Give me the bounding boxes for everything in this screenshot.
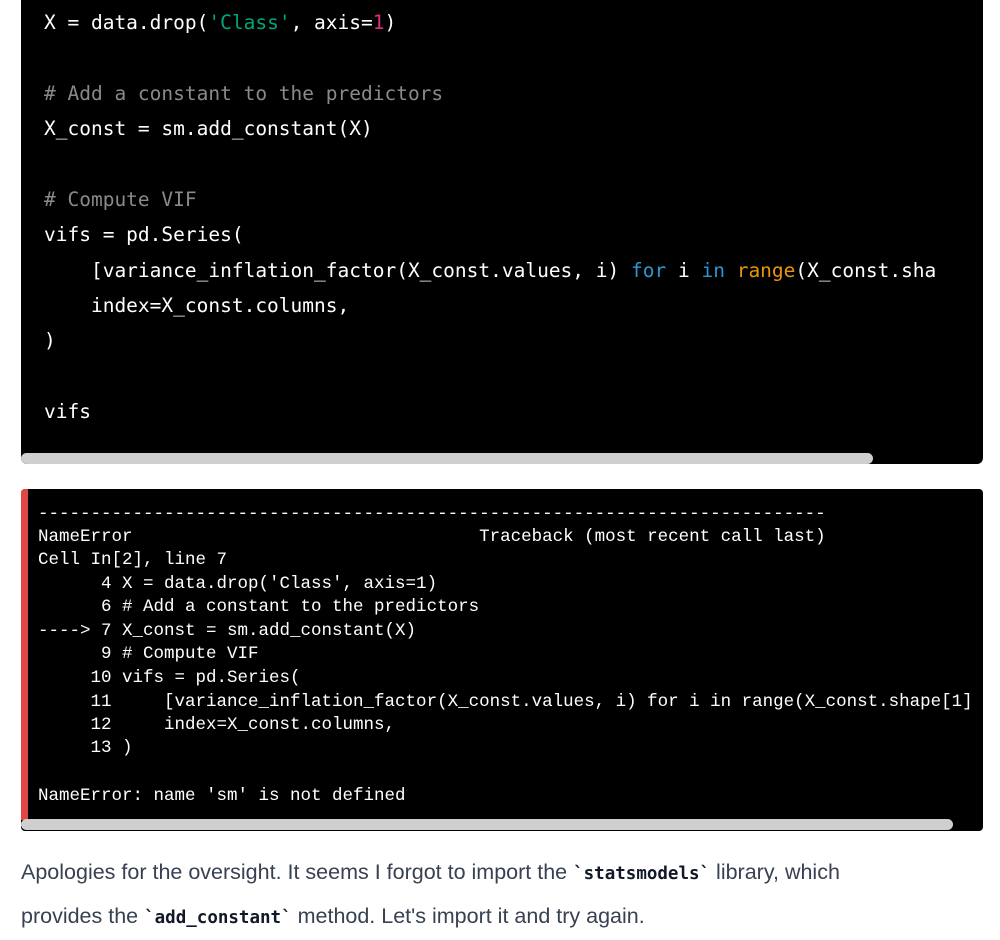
code-content: X = data.drop('Class', axis=1) # Add a c… (44, 0, 936, 423)
code-token: vifs = pd.Series( (44, 223, 244, 246)
code-scrollbar-thumb[interactable] (21, 453, 873, 464)
code-token: vifs (44, 400, 91, 423)
traceback-line: 9 # Compute VIF (38, 644, 259, 664)
code-line: [variance_inflation_factor(X_const.value… (44, 253, 936, 289)
code-token: index=X_const.columns, (44, 294, 350, 317)
traceback-output: ----------------------------------------… (38, 489, 973, 806)
traceback-line: ----------------------------------------… (38, 504, 826, 524)
message-text: provides the (21, 904, 145, 928)
code-horizontal-scrollbar[interactable] (21, 450, 983, 464)
code-token: X_const = sm.add_constant(X) (44, 117, 373, 140)
code-line: ) (44, 323, 56, 359)
code-line: X = data.drop('Class', axis=1) (44, 5, 396, 41)
traceback-line: NameError Traceback (most recent call la… (38, 527, 826, 547)
code-line: index=X_const.columns, (44, 288, 349, 324)
code-token: # Compute VIF (44, 188, 197, 211)
code-token: i (666, 259, 702, 282)
traceback-line: 13 ) (38, 738, 133, 758)
traceback-line: 11 [variance_inflation_factor(X_const.va… (38, 692, 973, 712)
code-line: vifs (44, 394, 91, 430)
code-token: X = data.drop( (44, 11, 209, 34)
message-line-1: Apologies for the oversight. It seems I … (21, 851, 981, 895)
inline-code-add-constant: `add_constant` (144, 908, 292, 928)
message-text: library, which (710, 860, 840, 884)
code-token: # Add a constant to the predictors (44, 82, 444, 105)
code-token: 'Class' (208, 11, 291, 34)
code-token: range (736, 259, 796, 282)
code-token: for (631, 259, 667, 282)
traceback-line: 4 X = data.drop('Class', axis=1) (38, 574, 438, 594)
output-scrollbar-thumb[interactable] (21, 819, 953, 830)
code-line: vifs = pd.Series( (44, 217, 244, 253)
traceback-line: 10 vifs = pd.Series( (38, 668, 301, 688)
error-indicator-stripe (21, 489, 28, 820)
code-token: (X_const.sha (795, 259, 937, 282)
error-message-line: NameError: name 'sm' is not defined (38, 786, 406, 806)
code-block: X = data.drop('Class', axis=1) # Add a c… (21, 0, 983, 464)
message-text: Apologies for the oversight. It seems I … (21, 860, 574, 884)
message-line-2: provides the `add_constant` method. Let'… (21, 895, 981, 939)
code-token: ) (384, 11, 397, 34)
code-line: # Compute VIF (44, 182, 197, 218)
traceback-line: 12 index=X_const.columns, (38, 715, 396, 735)
code-line: # Add a constant to the predictors (44, 76, 443, 112)
assistant-message: Apologies for the oversight. It seems I … (21, 851, 981, 939)
traceback-line: ----> 7 X_const = sm.add_constant(X) (38, 621, 417, 641)
code-token: in (701, 259, 725, 282)
chat-page: X = data.drop('Class', axis=1) # Add a c… (0, 0, 1000, 940)
code-line: X_const = sm.add_constant(X) (44, 111, 373, 147)
message-text: method. Let's import it and try again. (291, 904, 645, 928)
inline-code-statsmodels: `statsmodels` (573, 864, 711, 884)
error-output-block: ----------------------------------------… (21, 489, 983, 831)
traceback-line: 6 # Add a constant to the predictors (38, 597, 480, 617)
code-token: ) (44, 329, 56, 352)
code-token: [variance_inflation_factor(X_const.value… (44, 259, 631, 282)
code-token: , axis= (290, 11, 373, 34)
output-horizontal-scrollbar[interactable] (21, 819, 983, 831)
code-token: 1 (372, 11, 385, 34)
traceback-line: Cell In[2], line 7 (38, 550, 228, 570)
